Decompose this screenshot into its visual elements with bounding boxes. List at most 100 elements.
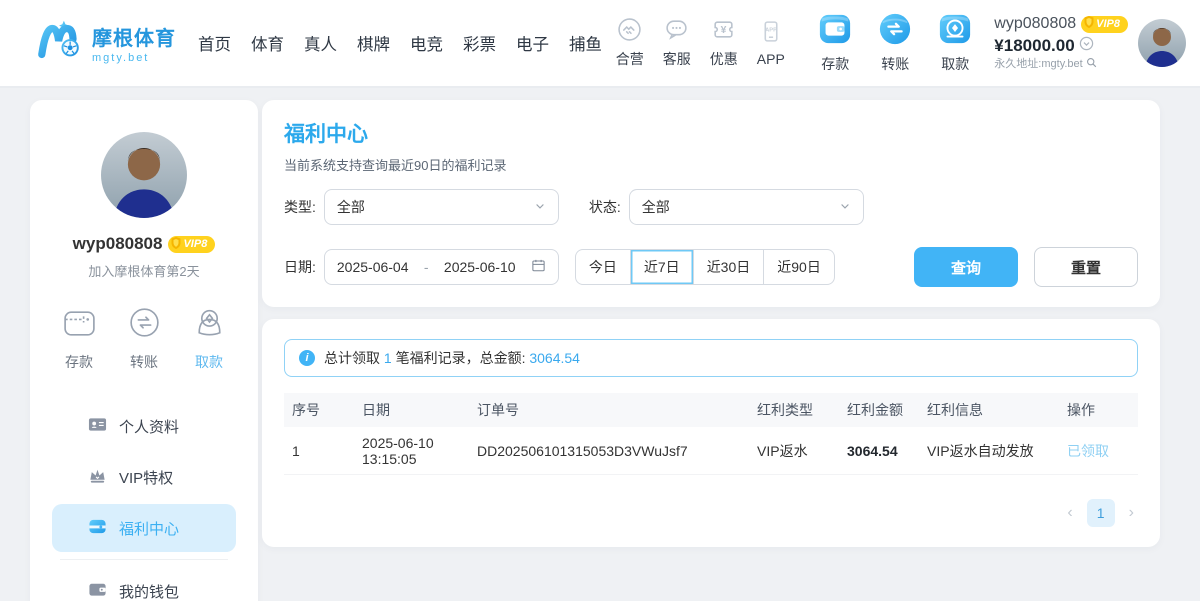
sidebar: wyp080808 VIP8 加入摩根体育第2天 [30,100,258,601]
status-select[interactable]: 全部 [629,189,864,225]
top-header: 摩根体育 mgty.bet 首页 体育 真人 棋牌 电竞 彩票 电子 捕鱼 合营 [0,0,1200,88]
handshake-icon [617,17,642,47]
app-download-label: APP [757,51,785,67]
vip-badge[interactable]: VIP8 [1081,16,1128,33]
date-from-value: 2025-06-04 [337,259,409,275]
reset-button[interactable]: 重置 [1034,247,1138,287]
main-content: 福利中心 当前系统支持查询最近90日的福利记录 类型: 全部 状态: 全部 [262,100,1160,601]
page-title: 福利中心 [284,118,1138,148]
prev-page-button[interactable]: ‹ [1067,504,1072,522]
nav-item-live[interactable]: 真人 [304,31,337,55]
sidebar-transfer-label: 转账 [130,352,158,372]
col-order: 订单号 [469,393,749,427]
nav-item-home[interactable]: 首页 [198,31,231,55]
cell-bonus-type: VIP返水 [749,427,839,475]
app-phone-icon: APP [758,19,783,49]
transfer-arrows-icon [878,12,912,51]
brand-domain: mgty.bet [92,52,176,64]
vip-level-label: VIP8 [1096,17,1120,31]
sidebar-item-label: 个人资料 [119,416,179,437]
status-select-value: 全部 [642,197,670,217]
sidebar-transfer-action[interactable]: 转账 [126,304,163,372]
welfare-filter-card: 福利中心 当前系统支持查询最近90日的福利记录 类型: 全部 状态: 全部 [262,100,1160,307]
info-icon: i [299,350,315,366]
date-to-value: 2025-06-10 [444,259,516,275]
sidebar-vip-badge[interactable]: VIP8 [168,236,215,253]
nav-item-esports[interactable]: 电竞 [410,31,443,55]
sidebar-username: wyp080808 [73,234,163,254]
magnifier-icon[interactable] [1086,57,1097,72]
table-row: 1 2025-06-10 13:15:05 DD202506101315053D… [284,427,1138,475]
col-action: 操作 [1059,393,1138,427]
promo-yen-icon: ¥ [711,17,736,47]
cell-order: DD202506101315053D3VWuJsf7 [469,427,749,475]
transfer-label: 转账 [881,54,909,74]
summary-amount: 3064.54 [529,350,580,366]
promotions-action[interactable]: ¥ 优惠 [700,17,747,69]
join-days-text: 加入摩根体育第2天 [88,261,199,280]
user-info: wyp080808 VIP8 ¥18000.00 [994,14,1128,72]
support-action[interactable]: 客服 [653,17,700,69]
next-page-button[interactable]: › [1129,504,1134,522]
app-download-action[interactable]: APP APP [747,19,794,67]
cell-bonus-info: VIP返水自动发放 [919,427,1059,475]
nav-item-sports[interactable]: 体育 [251,31,284,55]
menu-divider [60,559,228,560]
summary-count: 1 [384,350,392,366]
user-avatar[interactable] [1138,19,1186,67]
type-select-value: 全部 [337,197,365,217]
nav-item-lottery[interactable]: 彩票 [463,31,496,55]
partner-label: 合营 [616,49,644,69]
chevron-down-icon [839,199,851,215]
sidebar-item-profile[interactable]: 个人资料 [52,402,236,450]
nav-item-chess[interactable]: 棋牌 [357,31,390,55]
range-90days-button[interactable]: 近90日 [763,250,834,284]
type-select[interactable]: 全部 [324,189,559,225]
type-filter-label: 类型: [284,197,316,217]
chevron-down-icon [534,199,546,215]
welfare-results-card: i 总计领取 1 笔福利记录，总金额: 3064.54 序号 日期 订单号 红利… [262,319,1160,547]
brand-logo[interactable]: 摩根体育 mgty.bet [36,16,176,71]
sidebar-item-wallet[interactable]: 我的钱包 [52,567,236,601]
welfare-center-icon [88,517,107,540]
deposit-outline-icon [61,304,98,344]
col-bonus-info: 红利信息 [919,393,1059,427]
sidebar-avatar[interactable] [101,132,187,218]
range-today-button[interactable]: 今日 [576,250,630,284]
permanent-address: 永久地址:mgty.bet [994,57,1082,71]
sidebar-item-label: VIP特权 [119,467,173,488]
brand-logo-icon [36,16,86,71]
withdraw-outline-icon [191,304,228,344]
col-index: 序号 [284,393,354,427]
cell-index: 1 [284,427,354,475]
balance-chevron-icon[interactable] [1079,35,1094,57]
partner-action[interactable]: 合营 [606,17,653,69]
benefits-table: 序号 日期 订单号 红利类型 红利金额 红利信息 操作 1 2025-06-10… [284,393,1138,475]
withdraw-action[interactable]: 取款 [930,12,980,74]
col-bonus-type: 红利类型 [749,393,839,427]
nav-item-fishing[interactable]: 捕鱼 [569,31,602,55]
sidebar-item-label: 福利中心 [119,518,179,539]
support-label: 客服 [663,49,691,69]
wallet-icon [88,580,107,601]
date-separator: - [424,259,429,275]
sidebar-item-welfare[interactable]: 福利中心 [52,504,236,552]
summary-text: 总计领取 1 笔福利记录，总金额: 3064.54 [324,348,580,368]
date-range-input[interactable]: 2025-06-04 - 2025-06-10 [324,249,559,285]
username: wyp080808 [994,14,1076,35]
support-chat-icon [664,17,689,47]
cell-date: 2025-06-10 13:15:05 [354,427,469,475]
deposit-action[interactable]: 存款 [810,12,860,74]
sidebar-deposit-action[interactable]: 存款 [61,304,98,372]
range-30days-button[interactable]: 近30日 [693,250,764,284]
pagination: ‹ 1 › [284,499,1138,527]
page-1-button[interactable]: 1 [1087,499,1115,527]
sidebar-withdraw-action[interactable]: 取款 [191,304,228,372]
nav-item-slots[interactable]: 电子 [516,31,549,55]
search-button[interactable]: 查询 [914,247,1018,287]
range-7days-button[interactable]: 近7日 [630,250,693,284]
sidebar-item-label: 我的钱包 [119,581,179,601]
deposit-label: 存款 [821,54,849,74]
transfer-action[interactable]: 转账 [870,12,920,74]
sidebar-item-vip[interactable]: VIP特权 [52,453,236,501]
